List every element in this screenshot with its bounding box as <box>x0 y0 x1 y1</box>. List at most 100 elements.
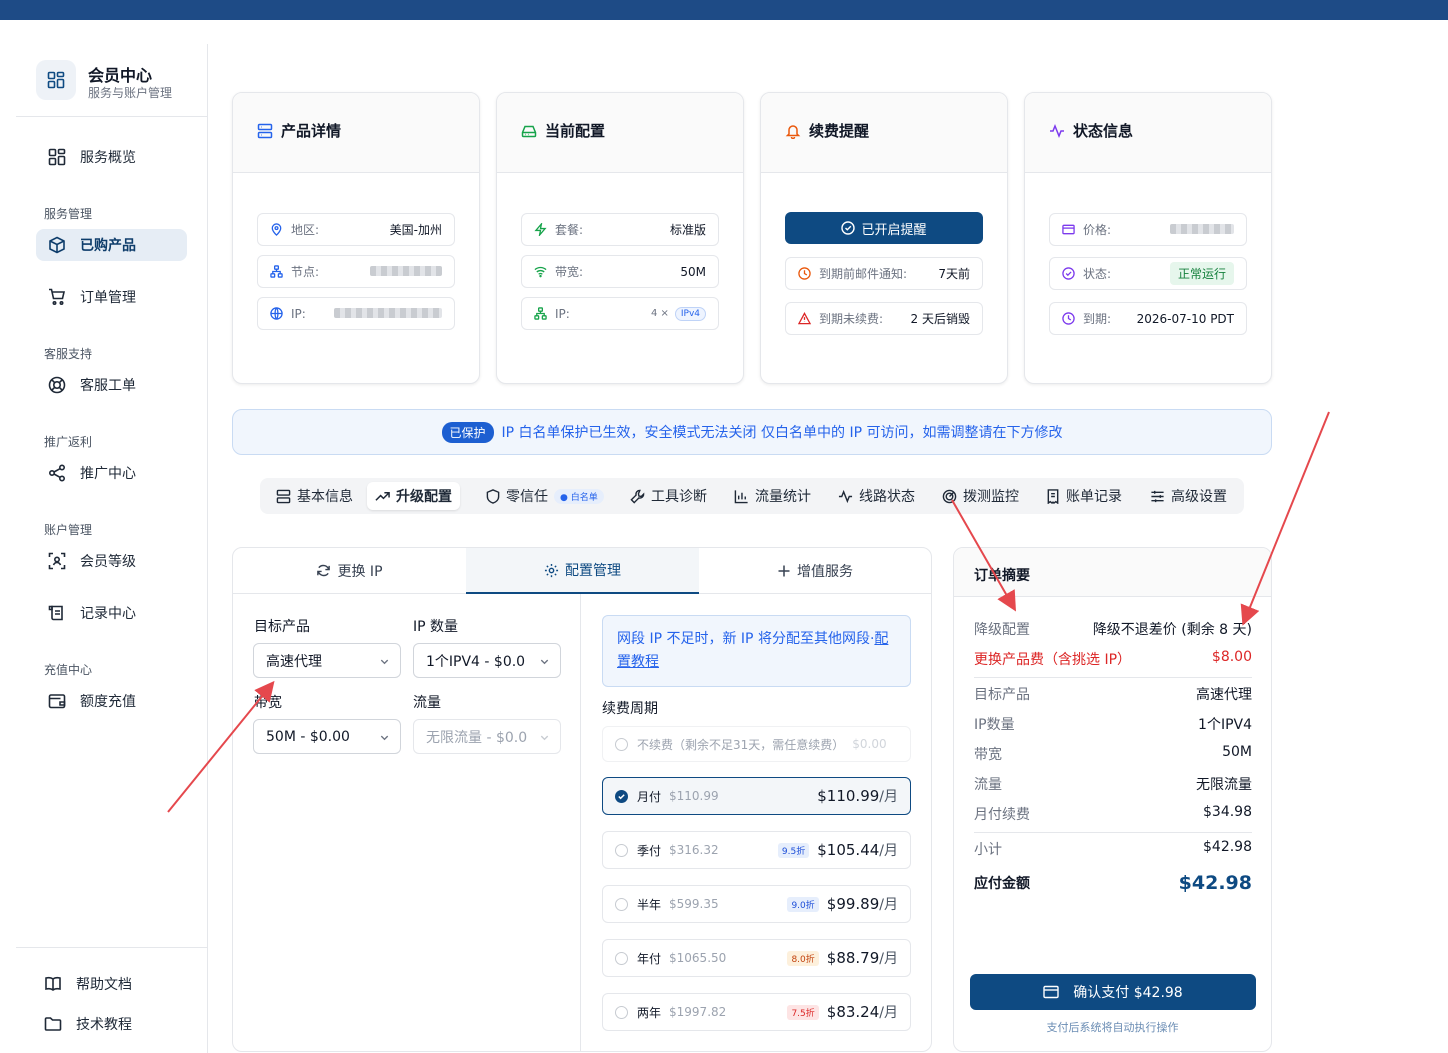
bandwidth-label: 带宽 <box>254 695 282 711</box>
summary-row-traffic: 流量 无限流量 <box>974 777 1252 793</box>
tab-traffic-stats[interactable]: 流量统计 <box>726 482 819 510</box>
sliders-icon <box>1151 490 1164 502</box>
node-row: 节点: <box>257 255 455 288</box>
divider <box>16 116 208 117</box>
sidebar-item-label: 订单管理 <box>80 290 136 306</box>
gear-icon <box>544 563 559 577</box>
grid-icon <box>48 148 66 166</box>
tab-config-management[interactable]: 配置管理 <box>466 548 699 594</box>
sidebar-item-tickets[interactable]: 客服工单 <box>36 369 187 401</box>
sidebar-item-help-docs[interactable]: 帮助文档 <box>32 968 183 1000</box>
sidebar: 会员中心 服务与账户管理 服务概览 服务管理 已购产品 订单管理 客服支持 客服… <box>16 44 208 1053</box>
scan-user-icon <box>48 552 66 570</box>
bandwidth-select[interactable]: 50M - $0.00 <box>253 719 401 754</box>
wifi-icon <box>534 266 547 278</box>
tab-line-status[interactable]: 线路状态 <box>830 482 923 510</box>
plan-row: 套餐: 标准版 <box>521 213 719 246</box>
receipt-icon <box>1047 488 1059 504</box>
tab-billing-records[interactable]: 账单记录 <box>1038 482 1130 510</box>
sidebar-item-overview[interactable]: 服务概览 <box>36 141 187 173</box>
chevron-down-icon <box>380 735 389 741</box>
period-option-none[interactable]: 不续费（剩余不足31天，需任意续费） $0.00 <box>602 726 911 762</box>
confirm-pay-button[interactable]: 确认支付 $42.98 <box>970 974 1256 1010</box>
sidebar-item-label: 会员等级 <box>80 554 136 570</box>
sidebar-item-label: 记录中心 <box>80 606 136 622</box>
target-product-select[interactable]: 高速代理 <box>253 643 401 678</box>
period-option-quarterly[interactable]: 季付 $316.32 9.5折 $105.44/月 <box>602 831 911 869</box>
tab-bar: 基本信息 升级配置 零信任 ● 白名单 工具诊断 流量统计 线路状态 拨测监控 … <box>260 478 1244 514</box>
tab-zero-trust[interactable]: 零信任 ● 白名单 <box>478 482 612 510</box>
card-title: 当前配置 <box>521 120 605 141</box>
sidebar-item-label: 推广中心 <box>80 466 136 482</box>
globe-icon <box>270 307 283 320</box>
credit-card-icon <box>1043 985 1059 999</box>
trending-up-icon <box>375 491 390 501</box>
summary-row-total: 应付金额 $42.98 <box>974 872 1252 894</box>
sidebar-item-affiliate[interactable]: 推广中心 <box>36 457 187 489</box>
sidebar-group-label: 充值中心 <box>44 663 93 677</box>
radio-icon <box>615 1005 628 1019</box>
sidebar-item-label: 技术教程 <box>76 1017 132 1033</box>
sidebar-item-purchased[interactable]: 已购产品 <box>36 229 187 261</box>
divider <box>974 832 1252 833</box>
wallet-icon <box>48 694 66 709</box>
radio-icon <box>615 737 628 751</box>
server-icon <box>276 489 291 503</box>
tab-upgrade-config[interactable]: 升级配置 <box>367 482 460 510</box>
card-title: 续费提醒 <box>785 120 869 141</box>
chevron-down-icon <box>540 659 549 665</box>
wrench-icon <box>630 489 645 504</box>
ip-count-select[interactable]: 1个IPV4 - $0.00 <box>413 643 561 678</box>
sidebar-item-label: 已购产品 <box>80 238 136 254</box>
divider <box>974 677 1252 678</box>
banner-text: IP 白名单保护已生效，安全模式无法关闭 仅白名单中的 IP 可访问，如需调整请… <box>501 425 1063 441</box>
order-summary: 订单摘要 降级配置 降级不退差价 (剩余 8 天) 更换产品费（含挑选 IP） $8… <box>953 547 1272 1052</box>
period-option-yearly[interactable]: 年付 $1065.50 8.0折 $88.79/月 <box>602 939 911 977</box>
current-config-card: 当前配置 套餐: 标准版 带宽: 50M IP: 4 × IPv4 <box>496 92 744 384</box>
shield-icon <box>486 488 500 504</box>
node-value-redacted <box>370 265 442 279</box>
period-option-two-years[interactable]: 两年 $1997.82 7.5折 $83.24/月 <box>602 993 911 1031</box>
summary-row-ip-count: IP数量 1个IPV4 <box>974 717 1252 733</box>
email-notice-row: 到期前邮件通知: 7天前 <box>785 257 983 290</box>
sidebar-item-label: 帮助文档 <box>76 977 132 993</box>
tab-probe-monitor[interactable]: 拨测监控 <box>934 482 1027 510</box>
sidebar-item-tutorials[interactable]: 技术教程 <box>32 1008 183 1040</box>
sidebar-item-orders[interactable]: 订单管理 <box>36 281 187 313</box>
sidebar-item-label: 客服工单 <box>80 378 136 394</box>
tab-basic-info[interactable]: 基本信息 <box>268 482 361 510</box>
hard-drive-icon <box>521 125 537 137</box>
clock-icon <box>798 267 811 280</box>
tab-change-ip[interactable]: 更换 IP <box>233 548 466 594</box>
email-notice-value: 7天前 <box>938 267 970 281</box>
ip-config-row: IP: 4 × IPv4 <box>521 297 719 330</box>
renewal-reminder-card: 续费提醒 已开启提醒 到期前邮件通知: 7天前 到期未续费: 2 天后销毁 <box>760 92 1008 384</box>
protected-badge: 已保护 <box>441 421 494 443</box>
period-option-half-year[interactable]: 半年 $599.35 9.0折 $99.89/月 <box>602 885 911 923</box>
tab-value-added[interactable]: 增值服务 <box>699 548 931 594</box>
sidebar-item-recharge[interactable]: 额度充值 <box>36 685 187 717</box>
divider <box>580 594 581 1052</box>
brand-title: 会员中心 <box>88 66 153 85</box>
activity-icon <box>1050 123 1064 138</box>
expire-value: 2026-07-10 PDT <box>1136 311 1234 326</box>
traffic-label: 流量 <box>413 695 441 711</box>
bell-icon <box>785 124 801 139</box>
tab-tools[interactable]: 工具诊断 <box>622 482 715 510</box>
check-circle-icon <box>841 221 856 235</box>
share-icon <box>48 464 66 482</box>
ip-value-redacted <box>334 307 442 321</box>
period-option-monthly[interactable]: 月付 $110.99 $110.99/月 <box>602 777 911 815</box>
target-product-label: 目标产品 <box>254 619 310 635</box>
price-value-redacted <box>1170 223 1234 237</box>
sidebar-item-records[interactable]: 记录中心 <box>36 597 187 629</box>
reminder-enabled-button[interactable]: 已开启提醒 <box>785 212 983 244</box>
folder-icon <box>44 1017 62 1031</box>
sidebar-item-label: 额度充值 <box>80 694 136 710</box>
traffic-select[interactable]: 无限流量 - $0.0 <box>413 719 561 754</box>
sidebar-item-membership[interactable]: 会员等级 <box>36 545 187 577</box>
tab-advanced-settings[interactable]: 高级设置 <box>1142 482 1235 510</box>
summary-row-target: 目标产品 高速代理 <box>974 687 1252 703</box>
clock-icon <box>1062 312 1075 325</box>
plus-icon <box>778 565 790 576</box>
